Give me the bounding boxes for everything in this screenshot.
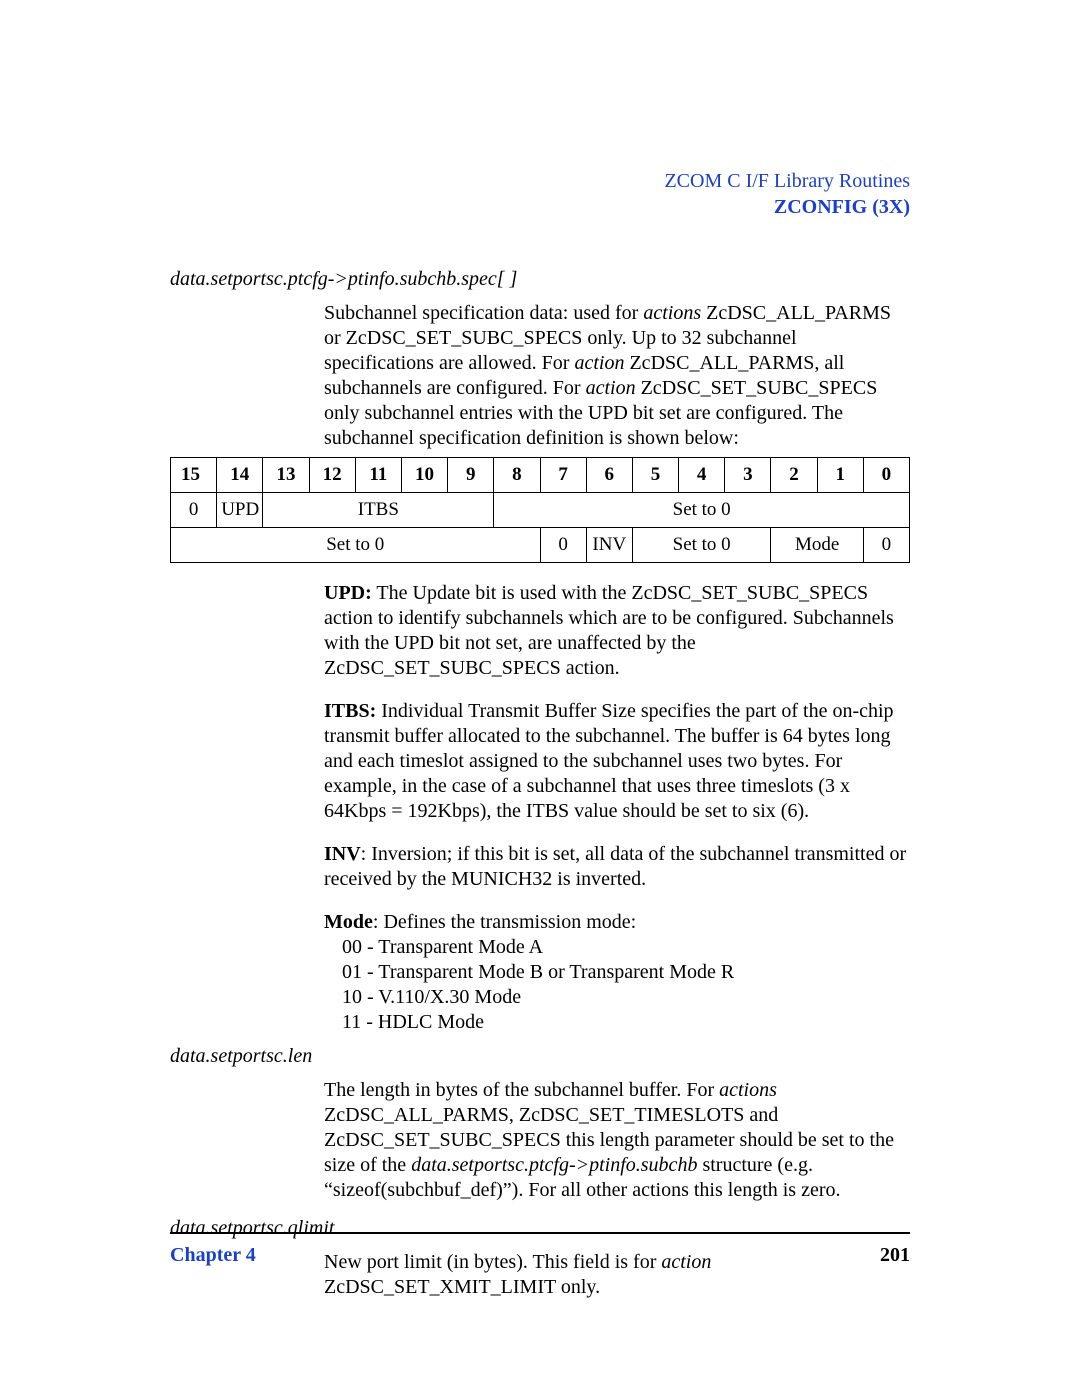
def-mode-label: Mode xyxy=(324,911,373,933)
def-upd-label: UPD: xyxy=(324,582,372,604)
bits-table-container: 15 14 13 12 11 10 9 8 7 6 5 4 3 2 1 0 0 … xyxy=(170,457,910,563)
bit-col-5: 5 xyxy=(632,458,678,493)
def-upd-text: The Update bit is used with the ZcDSC_SE… xyxy=(324,582,894,679)
def-inv: INV: Inversion; if this bit is set, all … xyxy=(324,842,910,892)
bits-header-row: 15 14 13 12 11 10 9 8 7 6 5 4 3 2 1 0 xyxy=(171,458,910,493)
bit-col-3: 3 xyxy=(725,458,771,493)
bits-r1-itbs: ITBS xyxy=(263,493,494,528)
page-header: ZCOM C I/F Library Routines ZCONFIG (3X) xyxy=(170,168,910,220)
def-mode: Mode: Defines the transmission mode: 00 … xyxy=(324,910,910,1035)
section-para-len: The length in bytes of the subchannel bu… xyxy=(324,1078,910,1203)
bits-r1-set0: Set to 0 xyxy=(494,493,910,528)
bits-r1-15: 0 xyxy=(171,493,217,528)
bit-col-13: 13 xyxy=(263,458,309,493)
mode-00: 00 - Transparent Mode A xyxy=(342,935,910,960)
def-itbs-label: ITBS: xyxy=(324,700,376,722)
bit-col-6: 6 xyxy=(586,458,632,493)
section-heading-spec: data.setportsc.ptcfg->ptinfo.subchb.spec… xyxy=(170,268,910,291)
bit-col-12: 12 xyxy=(309,458,355,493)
footer-page-number: 201 xyxy=(880,1244,910,1267)
bits-r2-inv: INV xyxy=(586,528,632,563)
bits-row-2: Set to 0 0 INV Set to 0 Mode 0 xyxy=(171,528,910,563)
def-upd: UPD: The Update bit is used with the ZcD… xyxy=(324,581,910,681)
mode-01: 01 - Transparent Mode B or Transparent M… xyxy=(342,960,910,985)
section-heading-len: data.setportsc.len xyxy=(170,1045,910,1068)
page: ZCOM C I/F Library Routines ZCONFIG (3X)… xyxy=(0,0,1080,1397)
bits-r2-zero2: 0 xyxy=(863,528,909,563)
mode-list: 00 - Transparent Mode A 01 - Transparent… xyxy=(342,935,910,1035)
bits-r1-upd: UPD xyxy=(217,493,263,528)
bit-col-8: 8 xyxy=(494,458,540,493)
bit-col-4: 4 xyxy=(679,458,725,493)
bits-r2-zero: 0 xyxy=(540,528,586,563)
bits-r2-set0b: Set to 0 xyxy=(632,528,771,563)
header-line-1: ZCOM C I/F Library Routines xyxy=(170,168,910,194)
bit-col-7: 7 xyxy=(540,458,586,493)
bit-col-9: 9 xyxy=(448,458,494,493)
mode-11: 11 - HDLC Mode xyxy=(342,1010,910,1035)
def-inv-text: : Inversion; if this bit is set, all dat… xyxy=(324,843,906,890)
page-footer: Chapter 4 201 xyxy=(170,1232,910,1267)
bit-col-10: 10 xyxy=(401,458,447,493)
def-mode-text: : Defines the transmission mode: xyxy=(373,911,636,933)
footer-chapter: Chapter 4 xyxy=(170,1244,256,1267)
mode-10: 10 - V.110/X.30 Mode xyxy=(342,985,910,1010)
header-line-2: ZCONFIG (3X) xyxy=(170,194,910,220)
bit-col-1: 1 xyxy=(817,458,863,493)
bits-r2-mode: Mode xyxy=(771,528,863,563)
bits-table: 15 14 13 12 11 10 9 8 7 6 5 4 3 2 1 0 0 … xyxy=(170,457,910,563)
section-para-spec: Subchannel specification data: used for … xyxy=(324,301,910,451)
def-itbs: ITBS: Individual Transmit Buffer Size sp… xyxy=(324,699,910,824)
bit-col-11: 11 xyxy=(355,458,401,493)
def-inv-label: INV xyxy=(324,843,361,865)
bits-r2-set0a: Set to 0 xyxy=(171,528,541,563)
footer-row: Chapter 4 201 xyxy=(170,1244,910,1267)
footer-rule xyxy=(170,1232,910,1234)
bit-col-2: 2 xyxy=(771,458,817,493)
def-itbs-text: Individual Transmit Buffer Size specifie… xyxy=(324,700,894,822)
bit-col-0: 0 xyxy=(863,458,909,493)
bits-row-1: 0 UPD ITBS Set to 0 xyxy=(171,493,910,528)
bit-col-15: 15 xyxy=(171,458,217,493)
bit-col-14: 14 xyxy=(217,458,263,493)
